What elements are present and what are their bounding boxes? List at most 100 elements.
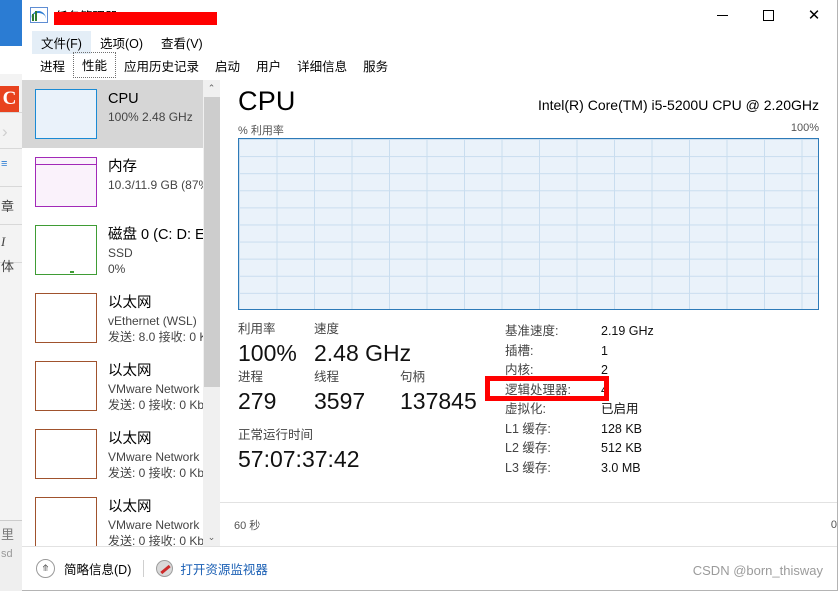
spec-virtualization: 虚拟化: 已启用 xyxy=(505,400,819,420)
open-resource-monitor-link[interactable]: 打开资源监视器 xyxy=(180,559,268,578)
cpu-utilization-graph[interactable] xyxy=(238,138,819,310)
chevron-right-icon: › xyxy=(2,122,8,141)
divider xyxy=(143,560,145,577)
sidebar-item-label: 内存 xyxy=(108,159,137,175)
sidebar-item-disk0[interactable]: 磁盘 0 (C: D: E: SSD 0% xyxy=(22,216,220,284)
sidebar-item-sub2: 发送: 8.0 接收: 0 Kb xyxy=(108,330,214,344)
cpu-thumbnail xyxy=(35,89,97,139)
background-glyph-3: 里 xyxy=(1,527,15,542)
metric-value: 100% xyxy=(238,340,297,366)
sidebar-item-label: 以太网 xyxy=(108,295,152,311)
menubar: 文件(F) 选项(O) 查看(V) xyxy=(22,30,837,54)
metrics-row-1: 利用率 100% 速度 2.48 GHz xyxy=(238,320,493,368)
divider xyxy=(0,186,22,187)
tab-performance[interactable]: 性能 xyxy=(73,52,117,78)
spec-l1-cache: L1 缓存: 128 KB xyxy=(505,420,819,440)
spec-logical-processors: 逻辑处理器: 4 xyxy=(505,381,819,401)
screenshot-root: C › ≡ 章 I 体 里 sd 任务管理器 ✕ xyxy=(0,0,838,591)
uptime-value: 57:07:37:42 xyxy=(238,446,360,472)
background-glyph-2: 体 xyxy=(1,259,15,274)
spec-key: L2 缓存: xyxy=(505,441,551,455)
spec-value: 已启用 xyxy=(601,402,639,416)
tab-processes[interactable]: 进程 xyxy=(32,54,73,78)
spec-value: 4 xyxy=(601,382,608,397)
menu-item-view[interactable]: 查看(V) xyxy=(152,31,212,54)
spec-value: 512 KB xyxy=(601,441,643,455)
sidebar-item-sub: 10.3/11.9 GB (87%) xyxy=(108,178,214,192)
fewer-details-button[interactable]: 简略信息(D) xyxy=(64,559,131,578)
primary-metrics: 利用率 100% 速度 2.48 GHz 进程 279 线程 3597 句柄 1… xyxy=(238,320,493,478)
spec-key: 内核: xyxy=(505,363,534,377)
sidebar-item-cpu[interactable]: CPU 100% 2.48 GHz xyxy=(22,80,220,148)
spec-value: 2 xyxy=(601,363,608,377)
menu-item-options[interactable]: 选项(O) xyxy=(91,31,152,54)
spec-value: 128 KB xyxy=(601,421,643,436)
sidebar-scrollbar[interactable]: ⌃ ⌄ xyxy=(203,80,220,546)
divider xyxy=(0,148,22,149)
tab-users[interactable]: 用户 xyxy=(248,54,289,78)
tab-details[interactable]: 详细信息 xyxy=(289,54,355,78)
background-glyph-1: 章 xyxy=(1,199,15,214)
sidebar-item-label: 磁盘 0 (C: D: E: xyxy=(108,227,209,243)
metric-label: 句柄 xyxy=(400,370,426,384)
page-title: CPU xyxy=(238,86,296,116)
sidebar-item-memory[interactable]: 内存 10.3/11.9 GB (87%) xyxy=(22,148,220,216)
spec-key: 虚拟化: xyxy=(505,402,546,416)
graph-x-axis-end: 0 xyxy=(830,518,837,531)
sidebar-item-sub: vEthernet (WSL) xyxy=(108,314,197,328)
sidebar-item-ethernet-vmware-1[interactable]: 以太网 VMware Network . 发送: 0 接收: 0 Kbp xyxy=(22,352,220,420)
metric-value: 2.48 GHz xyxy=(314,340,412,366)
spec-sockets: 插槽: 1 xyxy=(505,342,819,362)
scroll-down-icon[interactable]: ⌄ xyxy=(203,529,220,546)
spec-value: 2.19 GHz xyxy=(601,324,654,338)
sidebar-item-sub: 100% 2.48 GHz xyxy=(108,110,193,124)
spec-l3-cache: L3 缓存: 3.0 MB xyxy=(505,459,819,479)
graph-y-axis-max: 100% xyxy=(790,122,819,134)
metric-value: 279 xyxy=(238,388,277,414)
background-window-strip[interactable]: C › ≡ 章 I 体 里 sd xyxy=(0,0,22,591)
metric-threads: 线程 3597 xyxy=(314,368,394,416)
spec-key: L1 缓存: xyxy=(505,421,551,436)
menu-item-file[interactable]: 文件(F) xyxy=(32,30,91,54)
scrollbar-thumb[interactable] xyxy=(204,97,220,387)
spec-key: L3 缓存: xyxy=(505,460,551,475)
spec-key: 基准速度: xyxy=(505,324,559,338)
minimize-button[interactable] xyxy=(699,0,745,30)
tab-services[interactable]: 服务 xyxy=(355,54,396,78)
cpu-detail-pane: CPU Intel(R) Core(TM) i5-5200U CPU @ 2.2… xyxy=(220,80,837,546)
sidebar-item-ethernet-vmware-2[interactable]: 以太网 VMware Network . 发送: 0 接收: 0 Kbp xyxy=(22,420,220,488)
sidebar-item-label: 以太网 xyxy=(108,363,152,379)
background-window-titlebar xyxy=(0,0,22,46)
metric-speed: 速度 2.48 GHz xyxy=(314,320,419,368)
task-manager-icon xyxy=(30,7,48,23)
disk-thumbnail xyxy=(35,225,97,275)
spec-l2-cache: L2 缓存: 512 KB xyxy=(505,439,819,459)
tab-startup[interactable]: 启动 xyxy=(207,54,248,78)
statistics-area: 利用率 100% 速度 2.48 GHz 进程 279 线程 3597 句柄 1… xyxy=(238,320,819,478)
background-window-tabstrip xyxy=(0,46,22,74)
maximize-button[interactable] xyxy=(745,0,791,30)
annotation-title-underline xyxy=(54,12,217,25)
metric-uptime: 正常运行时间 57:07:37:42 xyxy=(238,426,493,474)
tab-app-history[interactable]: 应用历史记录 xyxy=(116,54,207,78)
sidebar-item-ethernet-vmware-3[interactable]: 以太网 VMware Network . 发送: 0 接收: 0 Kb xyxy=(22,488,220,546)
close-icon: ✕ xyxy=(807,5,821,24)
divider xyxy=(0,112,22,113)
spec-value: 3.0 MB xyxy=(601,460,641,475)
chevron-up-icon[interactable]: ⤊ xyxy=(36,559,55,578)
sidebar-item-ethernet-wsl[interactable]: 以太网 vEthernet (WSL) 发送: 8.0 接收: 0 Kb xyxy=(22,284,220,352)
sidebar-item-label: CPU xyxy=(108,91,139,107)
background-glyph-4: sd xyxy=(1,548,13,560)
close-button[interactable]: ✕ xyxy=(791,0,837,30)
spec-key: 插槽: xyxy=(505,343,534,358)
divider xyxy=(0,520,22,521)
sidebar-item-sub2: 0% xyxy=(108,262,126,276)
uptime-label: 正常运行时间 xyxy=(238,428,314,442)
metric-label: 线程 xyxy=(314,370,340,384)
watermark: CSDN @born_thisway xyxy=(692,563,823,578)
metric-label: 进程 xyxy=(238,370,264,384)
graph-y-axis-label: % 利用率 xyxy=(238,125,284,137)
detail-header: CPU Intel(R) Core(TM) i5-5200U CPU @ 2.2… xyxy=(238,86,819,117)
scroll-up-icon[interactable]: ⌃ xyxy=(203,80,220,97)
tabstrip: 进程 性能 应用历史记录 启动 用户 详细信息 服务 xyxy=(22,52,837,79)
